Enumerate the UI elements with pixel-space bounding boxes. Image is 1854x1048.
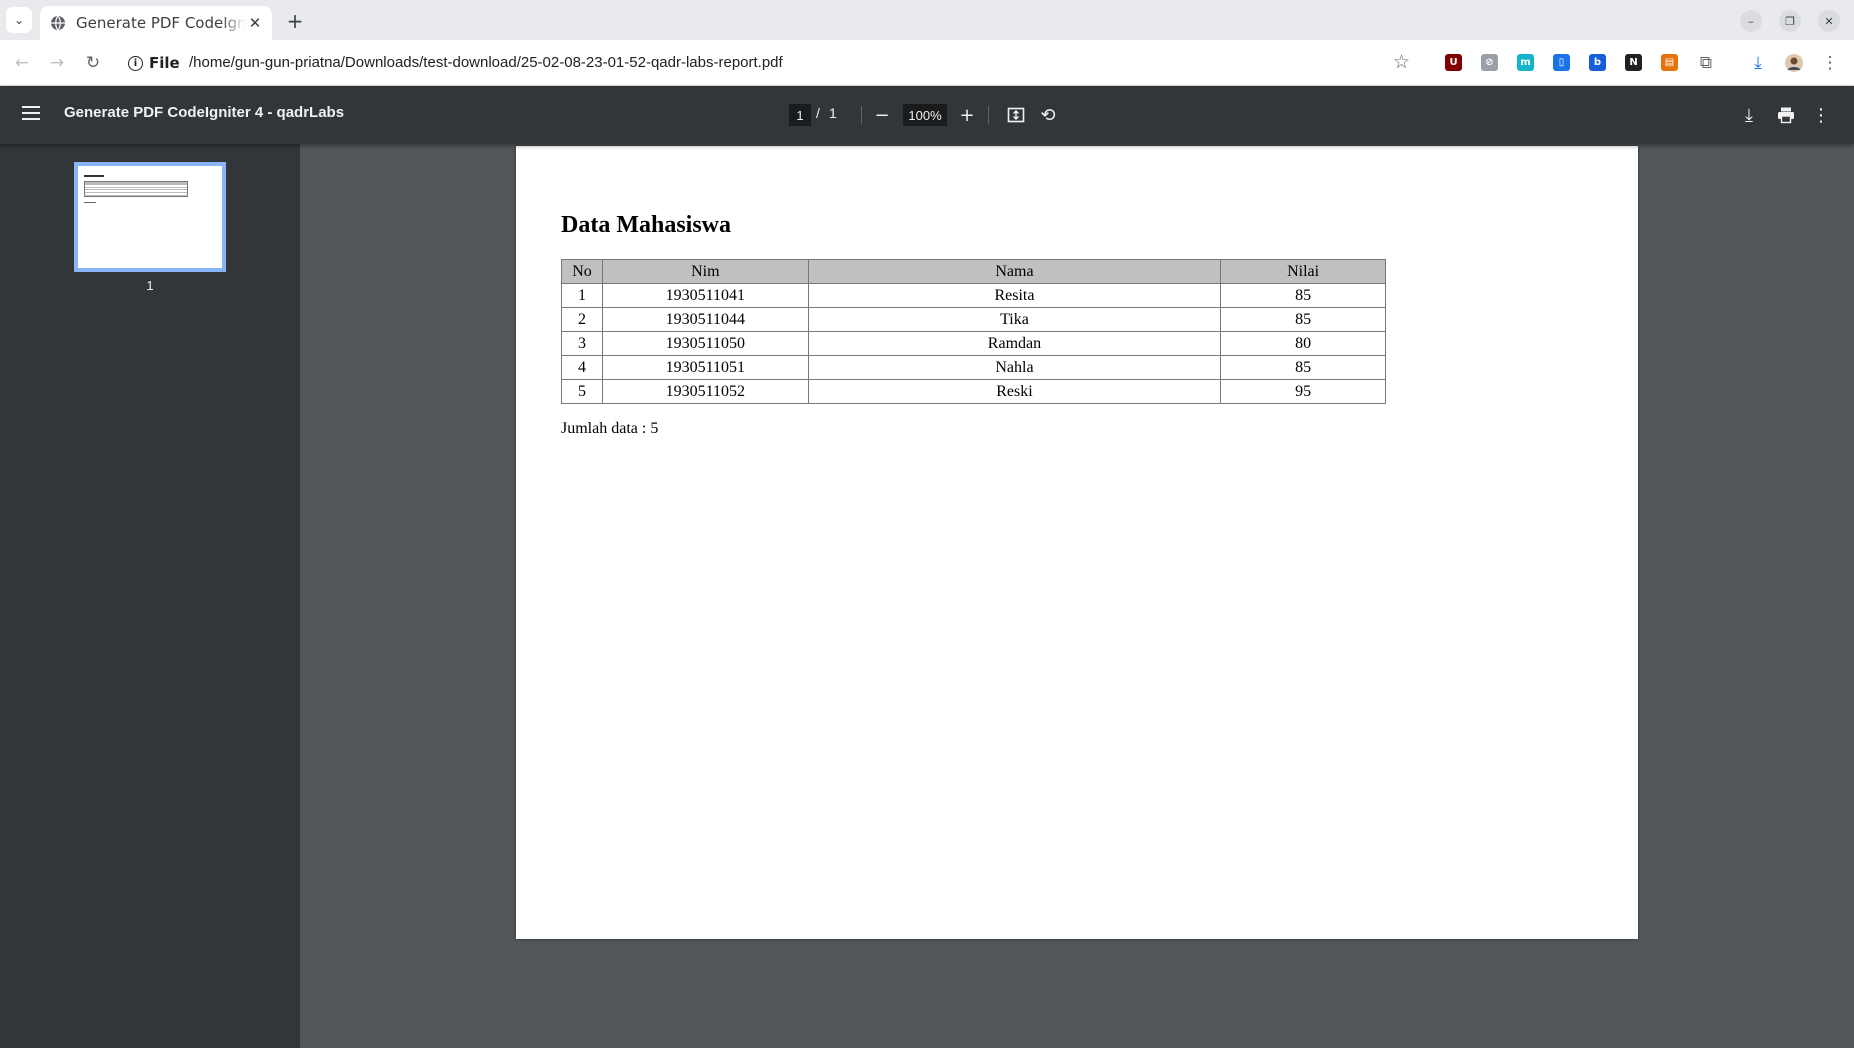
column-header: Nim [601,259,809,284]
sidebar-menu-icon[interactable] [22,106,40,120]
table-cell: 1 [561,283,603,308]
table-cell: Reski [807,379,1222,404]
document-heading: Data Mahasiswa [561,212,732,238]
downloads-icon[interactable]: ⤓ [1746,51,1770,75]
toolbar-divider [988,106,989,124]
student-table: No Nim Nama Nilai 1 1930511041 Resita 85… [561,259,1386,404]
reload-icon[interactable]: ↻ [81,51,105,75]
table-cell: Tika [807,307,1222,332]
thumbnail-table-preview [84,181,188,197]
page-thumbnail[interactable] [74,162,226,272]
pdf-page: Data Mahasiswa No Nim Nama Nilai 1 19305… [516,146,1638,939]
table-row: 2 1930511044 Tika 85 [561,307,1386,332]
column-header: Nilai [1220,259,1386,284]
browser-toolbar: ← → ↻ i File /home/gun-gun-priatna/Downl… [0,40,1854,86]
scheme-label: File [149,54,180,72]
bitwarden-icon[interactable]: b [1589,54,1606,71]
table-row: 5 1930511052 Reski 95 [561,379,1386,404]
back-arrow-icon[interactable]: ← [10,51,34,75]
new-tab-button[interactable]: + [282,8,308,34]
download-icon[interactable]: ⤓ [1736,102,1762,128]
minimize-icon[interactable]: – [1740,10,1762,32]
table-row: 1 1930511041 Resita 85 [561,283,1386,308]
extension-doc-icon[interactable]: ▯ [1553,54,1570,71]
thumbnail-sidebar: 1 [0,144,300,1048]
page-total: 1 [829,105,837,121]
table-cell: 1930511050 [601,331,809,356]
extensions-puzzle-icon[interactable]: ⧉ [1694,51,1718,75]
tab-search-button[interactable]: ⌄ [6,7,32,33]
browser-tab[interactable]: Generate PDF CodeIgniter 4 - qadrLabs ✕ [40,6,272,40]
info-icon: i [128,55,143,71]
address-bar[interactable]: /home/gun-gun-priatna/Downloads/test-dow… [189,51,783,75]
print-icon[interactable] [1773,102,1799,128]
site-info-chip[interactable]: i File [128,51,180,75]
more-options-icon[interactable]: ⋮ [1808,102,1834,128]
avatar[interactable] [1782,51,1806,75]
thumbnail-label: 1 [146,278,154,293]
pdf-title: Generate PDF CodeIgniter 4 - qadrLabs [64,104,345,121]
thumbnail-footer-preview [84,202,96,203]
rotate-icon[interactable]: ⟲ [1035,102,1061,128]
table-cell: 4 [561,355,603,380]
bookmark-star-icon[interactable]: ☆ [1393,51,1410,73]
extension-teal-icon[interactable]: m [1517,54,1534,71]
table-cell: 1930511041 [601,283,809,308]
table-cell: 85 [1220,355,1386,380]
table-cell: 1930511052 [601,379,809,404]
table-cell: 85 [1220,307,1386,332]
table-cell: 80 [1220,331,1386,356]
table-cell: Ramdan [807,331,1222,356]
record-count: Jumlah data : 5 [561,420,659,437]
table-cell: Nahla [807,355,1222,380]
table-cell: 1930511051 [601,355,809,380]
page-separator: / [816,105,820,121]
table-cell: 85 [1220,283,1386,308]
forward-arrow-icon[interactable]: → [45,51,69,75]
ublock-icon[interactable]: U [1445,54,1462,71]
pdf-toolbar: Generate PDF CodeIgniter 4 - qadrLabs 1 … [0,86,1854,144]
restore-icon[interactable]: ❐ [1779,10,1801,32]
zoom-input[interactable]: 100% [903,104,947,126]
browser-menu-icon[interactable]: ⋮ [1818,51,1842,75]
zoom-in-icon[interactable]: + [954,102,980,128]
chevron-down-icon: ⌄ [13,13,25,27]
toolbar-divider [861,106,862,124]
tab-close-icon[interactable]: ✕ [246,14,264,32]
table-cell: 3 [561,331,603,356]
column-header: No [561,259,603,284]
extension-orange-icon[interactable]: ▤ [1661,54,1678,71]
table-cell: Resita [807,283,1222,308]
table-cell: 5 [561,379,603,404]
table-cell: 1930511044 [601,307,809,332]
zoom-out-icon[interactable]: − [869,102,895,128]
extension-gray-icon[interactable]: ⊘ [1481,54,1498,71]
table-row: 3 1930511050 Ramdan 80 [561,331,1386,356]
page-number-input[interactable]: 1 [789,104,811,126]
column-header: Nama [807,259,1222,284]
close-window-icon[interactable]: ✕ [1818,10,1840,32]
table-cell: 2 [561,307,603,332]
tab-strip: ⌄ Generate PDF CodeIgniter 4 - qadrLabs … [0,0,1854,40]
notion-icon[interactable]: N [1625,54,1642,71]
table-cell: 95 [1220,379,1386,404]
table-row: 4 1930511051 Nahla 85 [561,355,1386,380]
tab-title: Generate PDF CodeIgniter 4 - qadrLabs [76,14,246,32]
globe-icon [51,15,65,31]
fit-page-icon[interactable] [1003,102,1029,128]
table-header-row: No Nim Nama Nilai [561,259,1386,284]
thumbnail-heading-preview [84,175,104,177]
